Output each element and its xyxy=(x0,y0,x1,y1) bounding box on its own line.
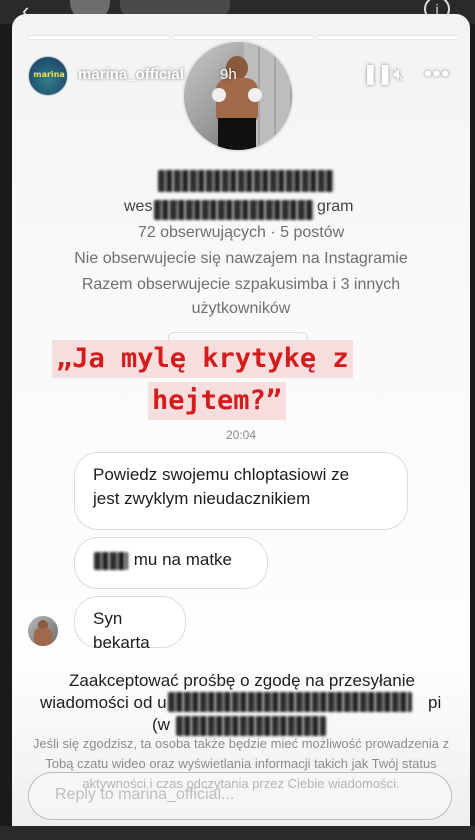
speaker-muted-icon[interactable]: 🔇︎ xyxy=(393,64,404,84)
message-text: Syn bekarta xyxy=(93,609,150,652)
message-bubble[interactable]: Syn bekarta xyxy=(74,596,186,652)
request-prompt-line2-right: pi xyxy=(428,693,442,712)
redacted-word xyxy=(94,552,128,570)
profile-subtitle-right: gram xyxy=(317,198,354,215)
quote-caption: „Ja mylę krytykę z hejtem?” xyxy=(52,336,430,430)
redacted-subtitle xyxy=(154,200,314,220)
request-prompt-line1: Zaakceptować prośbę o zgodę na przesyłan… xyxy=(69,671,415,690)
quote-line-2: hejtem?” xyxy=(148,382,287,420)
bottom-chrome xyxy=(0,826,475,840)
story-progress-bar xyxy=(28,36,459,39)
progress-segment xyxy=(172,36,314,39)
profile-stats: 72 obserwujących · 5 postów xyxy=(137,224,345,241)
message-text: Powiedz swojemu chloptasiowi ze xyxy=(93,465,350,484)
profile-subtitle-left: wes xyxy=(124,198,153,215)
story-username[interactable]: marina_official xyxy=(78,66,184,83)
message-text: jest zwyklym nieudacznikiem xyxy=(93,489,311,508)
redacted-profile-name xyxy=(158,170,334,192)
brand-logo-text: marina xyxy=(33,70,65,79)
reply-placeholder: Reply to marina_official... xyxy=(55,786,235,803)
message-text: mu na matke xyxy=(133,550,232,569)
story-header: marina marina_official 9h ❚❚ 🔇︎ ••• xyxy=(28,54,458,98)
more-dots-icon[interactable]: ••• xyxy=(424,63,450,85)
redacted-username xyxy=(168,692,412,712)
mutual-friends-line1: Razem obserwujecie szpakusimba i 3 innyc… xyxy=(81,276,401,293)
reply-input[interactable]: Reply to marina_official... xyxy=(28,772,452,820)
request-prompt-line2-left: wiadomości od u xyxy=(40,693,167,712)
sender-avatar[interactable] xyxy=(28,616,58,646)
quote-line-1: „Ja mylę krytykę z xyxy=(52,340,353,378)
profile-subtitle: wes gram xyxy=(124,198,353,216)
request-prompt-line3-left: (w xyxy=(152,715,170,734)
message-timestamp: 20:04 xyxy=(225,428,257,442)
progress-segment xyxy=(317,36,459,39)
mutual-friends-line2: użytkowników xyxy=(191,300,291,317)
message-request-panel: Zaakceptować prośbę o zgodę na przesyłan… xyxy=(12,650,470,840)
redacted-fullname xyxy=(176,716,326,736)
message-bubble[interactable]: Powiedz swojemu chloptasiowi ze jest zwy… xyxy=(74,452,408,530)
pause-icon[interactable]: ❚❚ xyxy=(362,64,393,84)
mutual-follow-status: Nie obserwujecie się nawzajem na Instagr… xyxy=(74,250,408,267)
progress-segment xyxy=(28,36,169,39)
avatar[interactable]: marina xyxy=(28,56,68,96)
story-time-ago: 9h xyxy=(220,66,237,83)
story-card: marina marina_official 9h ❚❚ 🔇︎ ••• wes … xyxy=(12,14,470,840)
